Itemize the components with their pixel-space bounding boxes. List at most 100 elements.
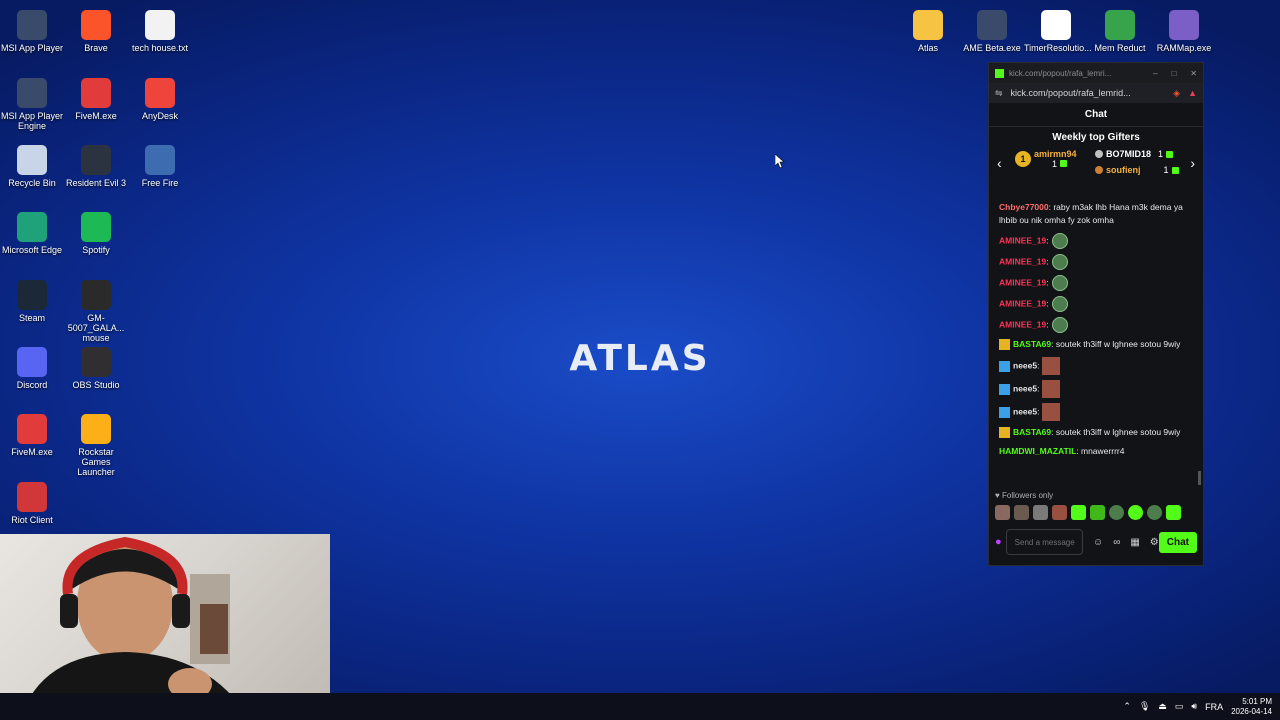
emote-icon[interactable] — [995, 505, 1010, 520]
chat-message[interactable]: neee5: — [999, 403, 1195, 421]
desktop-icon[interactable]: TimerResolutio... — [1024, 6, 1092, 53]
top-gifters: ‹ 1 amirmn94 1 BO7MID18 1 soufienj 1 › — [989, 147, 1203, 187]
chat-username[interactable]: AMINEE_19 — [999, 319, 1046, 329]
chat-username[interactable]: BASTA69 — [1013, 427, 1051, 437]
desktop-icon[interactable]: RAMMap.exe — [1152, 6, 1216, 53]
emote-icon[interactable] — [1071, 505, 1086, 520]
desktop-icon[interactable]: Atlas — [896, 6, 960, 53]
desktop-icon[interactable]: Brave — [64, 6, 128, 53]
gifter-2[interactable]: BO7MID18 1 — [1095, 149, 1174, 159]
emote-icon[interactable] — [1109, 505, 1124, 520]
maximize-icon[interactable]: □ — [1171, 69, 1176, 78]
chat-text: : — [1037, 383, 1040, 394]
desktop-icon[interactable]: Steam — [0, 276, 64, 323]
chat-message[interactable]: AMINEE_19: — [999, 275, 1195, 291]
desktop-icon[interactable]: AME Beta.exe — [960, 6, 1024, 53]
chat-message[interactable]: neee5: — [999, 357, 1195, 375]
emote-icon[interactable] — [1052, 505, 1067, 520]
desktop-icon[interactable]: Spotify — [64, 208, 128, 255]
chat-message[interactable]: AMINEE_19: — [999, 317, 1195, 333]
brave-shield-icon[interactable]: ◈ — [1173, 88, 1180, 99]
brave-rewards-icon[interactable]: ▲ — [1188, 88, 1197, 99]
desktop-icon[interactable]: tech house.txt — [128, 6, 192, 53]
chat-message[interactable]: HAMDWI_MAZATIL: mnawerrrr4 — [999, 445, 1195, 458]
emote-bar[interactable] — [995, 505, 1181, 520]
chat-message[interactable]: BASTA69: soutek th3iff w lghnee sotou 9w… — [999, 426, 1195, 439]
discord-icon — [17, 347, 47, 377]
chat-message[interactable]: AMINEE_19: — [999, 254, 1195, 270]
chat-username[interactable]: Chbye77000 — [999, 202, 1049, 212]
desktop-icon[interactable]: Resident Evil 3 — [64, 141, 128, 188]
chat-username[interactable]: AMINEE_19 — [999, 235, 1046, 245]
microphone-icon[interactable]: ● — [995, 536, 1002, 548]
chat-username[interactable]: BASTA69 — [1013, 339, 1051, 349]
language-indicator[interactable]: FRA — [1205, 702, 1223, 712]
close-icon[interactable]: ✕ — [1190, 69, 1197, 78]
followers-only-label: ♥ Followers only — [995, 491, 1054, 500]
desktop-icon[interactable]: Rockstar Games Launcher — [64, 410, 128, 477]
clock[interactable]: 5:01 PM 2026-04-14 — [1231, 697, 1272, 717]
address-bar[interactable]: ⇋ kick.com/popout/rafa_lemrid... ◈ ▲ — [989, 83, 1203, 103]
desktop-icon-label: Recycle Bin — [8, 178, 56, 188]
send-chat-button[interactable]: Chat — [1158, 531, 1197, 553]
prev-arrow-icon[interactable]: ‹ — [997, 155, 1002, 171]
chat-username[interactable]: neee5 — [1013, 383, 1037, 393]
gear-icon[interactable]: ⚙ — [1150, 537, 1159, 548]
chat-message[interactable]: neee5: — [999, 380, 1195, 398]
emote-icon[interactable] — [1014, 505, 1029, 520]
site-settings-icon[interactable]: ⇋ — [995, 88, 1003, 99]
desktop-icon[interactable]: Mem Reduct — [1088, 6, 1152, 53]
desktop-icon[interactable]: Recycle Bin — [0, 141, 64, 188]
window-titlebar[interactable]: kick.com/popout/rafa_lemri... – □ ✕ — [989, 63, 1203, 83]
chat-message[interactable]: BASTA69: soutek th3iff w lghnee sotou 9w… — [999, 338, 1195, 351]
chat-message[interactable]: AMINEE_19: — [999, 233, 1195, 249]
kick-chat-window[interactable]: kick.com/popout/rafa_lemri... – □ ✕ ⇋ ki… — [988, 62, 1204, 566]
emote-icon[interactable] — [1033, 505, 1048, 520]
url-text[interactable]: kick.com/popout/rafa_lemrid... — [1011, 88, 1131, 98]
text-file-icon — [145, 10, 175, 40]
chat-username[interactable]: neee5 — [1013, 406, 1037, 416]
desktop-icon[interactable]: Free Fire — [128, 141, 192, 188]
chat-message[interactable]: AMINEE_19: — [999, 296, 1195, 312]
usb-icon[interactable]: ⏏ — [1158, 701, 1167, 712]
message-input[interactable]: Send a message — [1005, 529, 1083, 555]
emote-icon[interactable] — [1166, 505, 1181, 520]
desktop-icon[interactable]: FiveM.exe — [64, 74, 128, 121]
network-icon[interactable]: ▭ — [1175, 701, 1184, 712]
store-icon[interactable]: ▦ — [1130, 537, 1139, 548]
emote-icon[interactable] — [1128, 505, 1143, 520]
gifter-3[interactable]: soufienj 1 — [1095, 165, 1179, 175]
chat-username[interactable]: neee5 — [1013, 360, 1037, 370]
chat-username[interactable]: AMINEE_19 — [999, 256, 1046, 266]
chevron-up-icon[interactable]: ⌃ — [1123, 701, 1131, 712]
system-tray: ⌃ 🎙︎ ⏏ ▭ 🔊︎ FRA 5:01 PM 2026-04-14 — [1123, 693, 1272, 720]
emote-icon[interactable] — [1090, 505, 1105, 520]
scrollbar-thumb[interactable] — [1198, 471, 1201, 485]
desktop-icon[interactable]: Discord — [0, 343, 64, 390]
volume-icon[interactable]: 🔊︎ — [1191, 701, 1197, 712]
gifter-1[interactable]: 1 amirmn94 1 — [1015, 149, 1077, 169]
fivem-icon — [17, 414, 47, 444]
next-arrow-icon[interactable]: › — [1190, 155, 1195, 171]
desktop-icon[interactable]: MSI App Player Engine — [0, 74, 64, 131]
desktop-icon[interactable]: Microsoft Edge — [0, 208, 64, 255]
chat-username[interactable]: AMINEE_19 — [999, 298, 1046, 308]
chat-messages[interactable]: Chbye77000: raby m3ak lhb Hana m3k dema … — [999, 201, 1195, 464]
emoji-icon[interactable]: ☺ — [1093, 537, 1103, 548]
chat-message[interactable]: Chbye77000: raby m3ak lhb Hana m3k dema … — [999, 201, 1195, 227]
desktop-icon[interactable]: FiveM.exe — [0, 410, 64, 457]
desktop-icon[interactable]: GM-5007_GALA... mouse — [64, 276, 128, 343]
desktop-icon[interactable]: Riot Client — [0, 478, 64, 525]
desktop-icon[interactable]: MSI App Player — [0, 6, 64, 53]
emote-icon[interactable] — [1147, 505, 1162, 520]
microphone-tray-icon[interactable]: 🎙︎ — [1139, 701, 1150, 712]
link-icon[interactable]: ∞ — [1113, 537, 1120, 548]
desktop-icon[interactable]: AnyDesk — [128, 74, 192, 121]
sub-badge-icon — [999, 360, 1010, 372]
minimize-icon[interactable]: – — [1153, 69, 1157, 78]
edge-icon — [17, 212, 47, 242]
chat-username[interactable]: HAMDWI_MAZATIL — [999, 446, 1076, 456]
chat-username[interactable]: AMINEE_19 — [999, 277, 1046, 287]
desktop-icon[interactable]: OBS Studio — [64, 343, 128, 390]
gifter-name: amirmn94 — [1034, 149, 1077, 159]
